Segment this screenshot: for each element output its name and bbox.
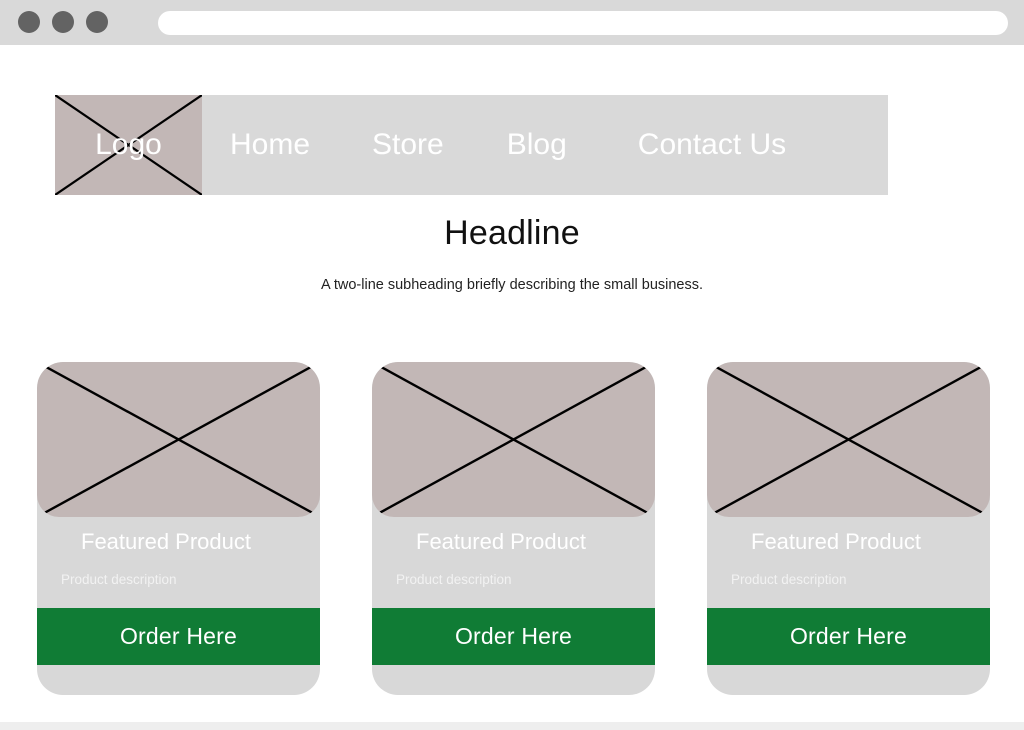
product-card-body: Featured Product Product description (372, 517, 655, 588)
nav-link-blog[interactable]: Blog (507, 130, 567, 160)
logo-placeholder[interactable]: Logo (55, 95, 202, 195)
maximize-dot-icon[interactable] (86, 11, 108, 33)
order-here-button[interactable]: Order Here (707, 608, 990, 665)
product-card[interactable]: Featured Product Product description Ord… (372, 362, 655, 695)
image-placeholder-cross-icon (707, 362, 990, 517)
product-image-placeholder (37, 362, 320, 517)
product-card-body: Featured Product Product description (707, 517, 990, 588)
product-title: Featured Product (751, 529, 921, 554)
product-card[interactable]: Featured Product Product description Ord… (37, 362, 320, 695)
product-card-body: Featured Product Product description (37, 517, 320, 588)
page-content: Logo Home Store Blog Contact Us Headline… (0, 45, 1024, 730)
hero-section: Headline A two-line subheading briefly d… (0, 213, 1024, 295)
product-description: Product description (61, 572, 177, 588)
logo-label: Logo (95, 128, 162, 161)
address-bar-input[interactable] (158, 11, 1008, 35)
product-description: Product description (396, 572, 512, 588)
page-title: Headline (444, 214, 580, 252)
page-subheading: A two-line subheading briefly describing… (320, 276, 704, 293)
site-navbar: Logo Home Store Blog Contact Us (55, 95, 888, 195)
nav-link-home[interactable]: Home (230, 130, 310, 160)
navbar-links: Home Store Blog Contact Us (202, 95, 888, 195)
product-image-placeholder (707, 362, 990, 517)
minimize-dot-icon[interactable] (52, 11, 74, 33)
nav-link-store[interactable]: Store (372, 130, 444, 160)
product-card[interactable]: Featured Product Product description Ord… (707, 362, 990, 695)
product-title: Featured Product (416, 529, 586, 554)
page-bottom-strip (0, 722, 1024, 730)
window-controls (18, 11, 108, 33)
product-image-placeholder (372, 362, 655, 517)
featured-products-row: Featured Product Product description Ord… (37, 362, 990, 695)
order-here-button[interactable]: Order Here (37, 608, 320, 665)
order-here-button[interactable]: Order Here (372, 608, 655, 665)
image-placeholder-cross-icon (37, 362, 320, 517)
browser-chrome (0, 0, 1024, 45)
close-dot-icon[interactable] (18, 11, 40, 33)
image-placeholder-cross-icon (372, 362, 655, 517)
product-description: Product description (731, 572, 847, 588)
product-title: Featured Product (81, 529, 251, 554)
browser-window: Logo Home Store Blog Contact Us Headline… (0, 0, 1024, 730)
nav-link-contact-us[interactable]: Contact Us (638, 130, 786, 160)
